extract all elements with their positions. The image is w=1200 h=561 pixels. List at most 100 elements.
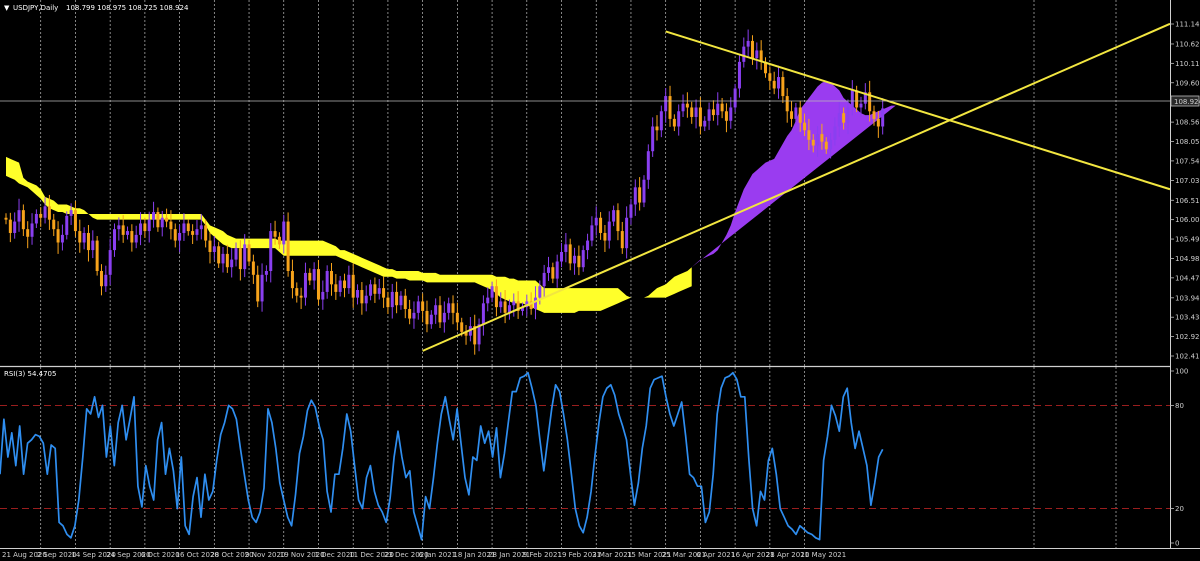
bullish-candle [560,251,564,262]
bearish-candle [451,303,455,313]
bearish-candle [156,212,160,228]
bearish-candle [386,297,390,308]
chart-canvas[interactable]: ▼ USDJPY,Daily 108.799 108.975 108.725 1… [0,0,1200,561]
bullish-candle [399,295,403,306]
bullish-candle [547,267,550,273]
bullish-candle [481,303,485,325]
bearish-candle [698,107,702,127]
rsi-label: RSI(3) 54.4705 [4,370,56,378]
bearish-candle [225,253,229,268]
bearish-candle [121,225,125,235]
bearish-candle [811,139,815,146]
bullish-candle [147,219,151,232]
bullish-candle [221,253,225,264]
bullish-candle [364,295,368,304]
header-arrow-icon[interactable]: ▼ [4,4,10,12]
bearish-candle [690,107,694,117]
bearish-candle [408,309,412,319]
bullish-candle [594,217,598,226]
symbol-label: USDJPY,Daily [13,4,58,12]
bearish-candle [781,77,785,97]
bullish-candle [646,151,650,180]
bearish-candle [672,118,676,127]
bullish-candle [347,274,351,289]
bearish-candle [599,217,603,233]
bullish-candle [499,301,503,308]
bearish-candle [169,221,173,230]
bearish-candle [204,225,208,241]
bearish-candle [876,118,880,127]
bullish-candle [108,250,112,275]
bullish-candle [230,259,234,268]
date-tick-label: 6 Apr 2021 [696,551,735,559]
price-tick-label: 102.925 [1175,333,1200,341]
current-price-tag: 108.924 [1170,95,1200,107]
rsi-axis: 100 80 20 0 [1170,368,1188,548]
bullish-candle [442,312,446,323]
bullish-candle [833,126,837,140]
bearish-candle [425,310,429,325]
rsi-panel[interactable]: RSI(3) 54.4705 [0,367,1170,548]
bearish-candle [403,295,407,310]
bearish-candle [620,231,624,249]
bullish-candle [629,204,633,218]
price-tick-label: 109.600 [1175,79,1200,87]
bullish-candle [755,50,759,59]
rsi-tick-label: 0 [1175,540,1179,548]
price-tick-label: 110.110 [1175,60,1200,68]
bullish-candle [664,96,668,112]
bullish-candle [212,246,216,252]
bearish-candle [790,111,794,119]
bearish-candle [26,229,30,237]
bullish-candle [707,109,711,121]
bearish-candle [299,295,303,298]
bearish-candle [95,240,99,272]
date-axis[interactable]: 21 Aug 20202 Sep 202014 Sep 202024 Sep 2… [2,551,846,559]
bearish-candle [750,40,754,59]
bearish-candle [351,274,355,298]
bearish-candle [711,109,715,116]
bullish-candle [816,134,820,146]
bullish-candle [447,303,451,313]
price-panel[interactable]: ▼ USDJPY,Daily 108.799 108.975 108.725 1… [0,0,1200,366]
bearish-candle [343,280,347,289]
price-tick-label: 104.980 [1175,255,1200,263]
price-tick-label: 104.470 [1175,274,1200,282]
bearish-candle [247,244,251,262]
bearish-candle [277,236,281,245]
bearish-candle [295,288,299,296]
bullish-candle [117,225,121,230]
bullish-candle [243,244,247,270]
bearish-candle [455,312,459,323]
bullish-candle [538,286,542,298]
bullish-candle [642,179,646,203]
price-tick-label: 102.415 [1175,353,1200,361]
date-tick-label: 6 Oct 2020 [141,551,180,559]
bullish-candle [729,107,733,121]
bullish-candle [881,108,885,127]
ohlc-values: 108.799 108.975 108.725 108.924 [66,4,189,12]
bullish-candle [837,113,841,127]
bearish-candle [256,274,260,302]
bearish-candle [130,231,134,243]
bearish-candle [638,187,642,203]
bearish-candle [824,141,828,150]
bullish-candle [794,107,798,119]
bullish-candle [612,210,616,222]
bearish-candle [191,231,195,235]
bearish-candle [438,305,442,323]
bullish-candle [859,103,863,108]
bullish-candle [850,90,854,108]
bullish-candle [512,301,516,306]
price-tick-label: 103.945 [1175,294,1200,302]
bullish-candle [34,213,38,224]
bearish-candle [724,111,728,121]
bullish-candle [633,187,637,205]
bullish-candle [412,312,416,319]
bullish-candle [113,229,116,251]
bullish-candle [429,314,433,325]
bullish-candle [104,274,108,287]
bullish-candle [139,223,143,235]
bullish-candle [369,284,373,296]
bullish-candle [694,107,698,117]
